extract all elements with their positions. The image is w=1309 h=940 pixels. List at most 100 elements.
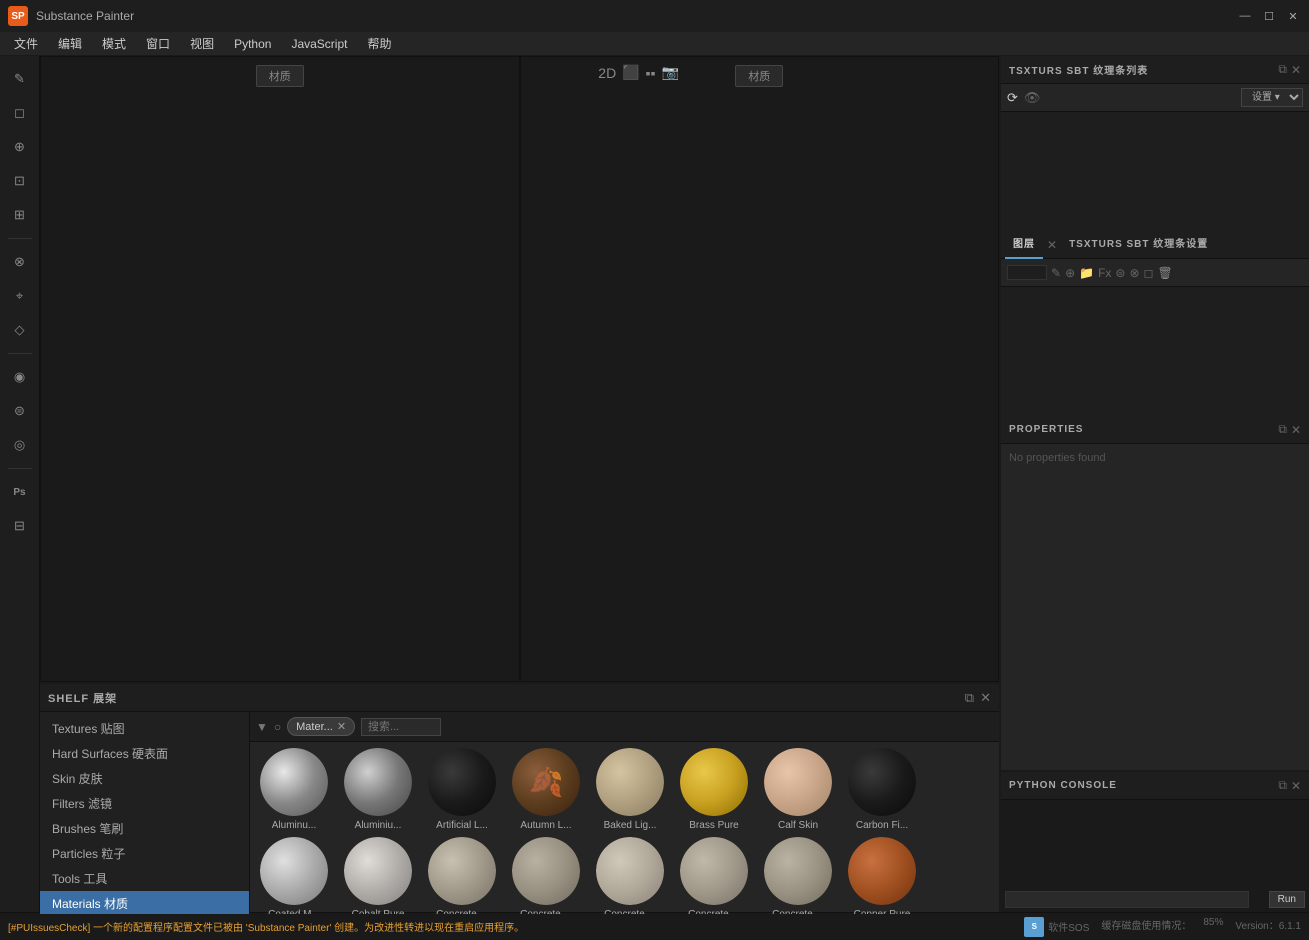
tool-separator-2 — [8, 353, 32, 354]
menu-bar: 文件编辑模式窗口视图PythonJavaScript帮助 — [0, 32, 1309, 56]
layer-anchor-btn[interactable]: ⊜ — [1115, 266, 1125, 280]
shelf-expand-btn[interactable]: ⧉ — [965, 690, 974, 706]
material-item-calfskin[interactable]: Calf Skin — [758, 746, 838, 831]
layer-fx-btn[interactable]: Fx — [1098, 266, 1111, 280]
material-label-calfskin: Calf Skin — [778, 820, 818, 831]
clone-tool[interactable]: ⊗ — [5, 247, 35, 277]
properties-expand-btn[interactable]: ⧉ — [1278, 422, 1287, 437]
ext-tool[interactable]: ⊟ — [5, 511, 35, 541]
material-item-concrete5[interactable]: Concrete ... — [758, 835, 838, 914]
tool-separator-1 — [8, 238, 32, 239]
menu-item-文件[interactable]: 文件 — [4, 32, 48, 56]
texture-set-settings-tab[interactable]: TSXTURS SBT 纹理条设置 — [1061, 231, 1216, 259]
material-item-cobalt[interactable]: Cobalt Pure — [338, 835, 418, 914]
material-label-cobalt: Cobalt Pure — [352, 909, 405, 914]
material-item-copper[interactable]: Copper Pure — [842, 835, 922, 914]
menu-item-帮助[interactable]: 帮助 — [357, 32, 401, 56]
minimize-button[interactable]: — — [1237, 8, 1253, 24]
menu-item-窗口[interactable]: 窗口 — [136, 32, 180, 56]
fill-tool[interactable]: ◉ — [5, 362, 35, 392]
ts-refresh-btn[interactable]: ⟳ — [1007, 90, 1018, 106]
shelf-cat-filters[interactable]: Filters 滤镜 — [40, 791, 249, 816]
shelf-cat-skin[interactable]: Skin 皮肤 — [40, 766, 249, 791]
material-item-autumn[interactable]: 🍂Autumn L... — [506, 746, 586, 831]
material-label-coated: Coated M... — [268, 909, 320, 914]
shelf-search-input[interactable] — [361, 718, 441, 736]
texture-set-toolbar: ⟳ 👁 设置 ▾ — [1001, 84, 1309, 112]
shelf-sidebar: Textures 贴图Hard Surfaces 硬表面Skin 皮肤Filte… — [40, 712, 250, 914]
layers-toolbar: ✎ ⊕ 📁 Fx ⊜ ⊗ ◻ 🗑 — [1001, 259, 1309, 287]
material-item-baked[interactable]: Baked Lig... — [590, 746, 670, 831]
viewport-label-right: 材质 — [735, 65, 783, 87]
projection-tool[interactable]: ⊕ — [5, 132, 35, 162]
colorpick-tool[interactable]: ◇ — [5, 315, 35, 345]
select-tool[interactable]: ⊡ — [5, 166, 35, 196]
blur-tool[interactable]: ◎ — [5, 430, 35, 460]
layers-tab[interactable]: 图层 — [1005, 231, 1043, 259]
filter-tag-label: Mater... — [296, 721, 333, 733]
maximize-button[interactable]: ☐ — [1261, 8, 1277, 24]
filter-circle-btn[interactable]: ○ — [274, 720, 281, 734]
texture-set-close-btn[interactable]: ✕ — [1291, 63, 1301, 77]
material-item-coated[interactable]: Coated M... — [254, 835, 334, 914]
ts-eye-btn[interactable]: 👁 — [1024, 90, 1041, 106]
menu-item-模式[interactable]: 模式 — [92, 32, 136, 56]
shelf-cat-textures[interactable]: Textures 贴图 — [40, 716, 249, 741]
tool-separator-3 — [8, 468, 32, 469]
material-item-aluminium1[interactable]: Aluminu... — [254, 746, 334, 831]
properties-close-btn[interactable]: ✕ — [1291, 423, 1301, 437]
shelf-controls: ⧉ ✕ — [965, 690, 991, 706]
texture-set-expand-btn[interactable]: ⧉ — [1278, 62, 1287, 77]
ps-tool[interactable]: Ps — [5, 477, 35, 507]
python-console: PYTHON CONSOLE ⧉ ✕ Run — [1001, 772, 1309, 912]
paint-tool[interactable]: ✎ — [5, 64, 35, 94]
window-controls: — ☐ ✕ — [1237, 8, 1301, 24]
material-item-aluminium2[interactable]: Aluminiu... — [338, 746, 418, 831]
shelf-cat-tools[interactable]: Tools 工具 — [40, 866, 249, 891]
layer-clone-btn[interactable]: ⊗ — [1129, 266, 1139, 280]
python-expand-btn[interactable]: ⧉ — [1278, 778, 1287, 793]
shelf-cat-materials[interactable]: Materials 材质 — [40, 891, 249, 914]
smudge-tool[interactable]: ⌖ — [5, 281, 35, 311]
erase-tool[interactable]: ◻ — [5, 98, 35, 128]
anchor-tool[interactable]: ⊜ — [5, 396, 35, 426]
python-close-btn[interactable]: ✕ — [1291, 779, 1301, 793]
layer-mask-btn[interactable]: ◻ — [1144, 266, 1154, 280]
layer-add-btn[interactable]: ⊕ — [1065, 266, 1075, 280]
shelf-close-btn[interactable]: ✕ — [980, 690, 991, 706]
ts-settings-dropdown[interactable]: 设置 ▾ — [1241, 88, 1303, 107]
shelf-filter-bar: ▼ ○ Mater... ✕ — [250, 712, 999, 742]
texture-set-header: TSXTURS SBT 纹理条列表 ⧉ ✕ — [1001, 56, 1309, 84]
shelf-cat-particles[interactable]: Particles 粒子 — [40, 841, 249, 866]
material-item-concrete1[interactable]: Concrete ... — [422, 835, 502, 914]
material-item-brass[interactable]: Brass Pure — [674, 746, 754, 831]
properties-panel: PROPERTIES ⧉ ✕ No properties found — [1001, 416, 1309, 772]
layer-folder-btn[interactable]: 📁 — [1079, 266, 1094, 280]
filter-icon[interactable]: ▼ — [256, 720, 268, 734]
menu-item-编辑[interactable]: 编辑 — [48, 32, 92, 56]
menu-item-JavaScript[interactable]: JavaScript — [281, 32, 357, 56]
left-toolbar: ✎ ◻ ⊕ ⊡ ⊞ ⊗ ⌖ ◇ ◉ ⊜ ◎ Ps ⊟ — [0, 56, 40, 912]
layers-tab-close[interactable]: ✕ — [1047, 238, 1057, 252]
python-input[interactable] — [1005, 891, 1249, 908]
version-info: Version：6.1.1 — [1235, 917, 1301, 937]
viewport-panel-left: 材质 — [40, 56, 520, 682]
layer-paint-btn[interactable]: ✎ — [1051, 266, 1061, 280]
material-item-carbon[interactable]: Carbon Fi... — [842, 746, 922, 831]
material-item-artificial[interactable]: Artificial L... — [422, 746, 502, 831]
layers-header: 图层 ✕ TSXTURS SBT 纹理条设置 — [1001, 231, 1309, 259]
menu-item-Python[interactable]: Python — [224, 32, 281, 56]
shelf-cat-brushes[interactable]: Brushes 笔刷 — [40, 816, 249, 841]
layer-opacity-input[interactable] — [1007, 265, 1047, 280]
filter-tag-close[interactable]: ✕ — [337, 720, 346, 733]
crop-tool[interactable]: ⊞ — [5, 200, 35, 230]
python-run-button[interactable]: Run — [1269, 891, 1305, 908]
shelf-cat-hard-surfaces[interactable]: Hard Surfaces 硬表面 — [40, 741, 249, 766]
material-item-concrete4[interactable]: Concrete ... — [674, 835, 754, 914]
menu-item-视图[interactable]: 视图 — [180, 32, 224, 56]
status-warning: [#PUIssuesCheck] 一个新的配置程序配置文件已被由 'Substa… — [8, 919, 1016, 934]
layer-delete-btn[interactable]: 🗑 — [1158, 266, 1173, 280]
material-item-concrete3[interactable]: Concrete ... — [590, 835, 670, 914]
close-button[interactable]: ✕ — [1285, 8, 1301, 24]
material-item-concrete2[interactable]: Concrete ... — [506, 835, 586, 914]
